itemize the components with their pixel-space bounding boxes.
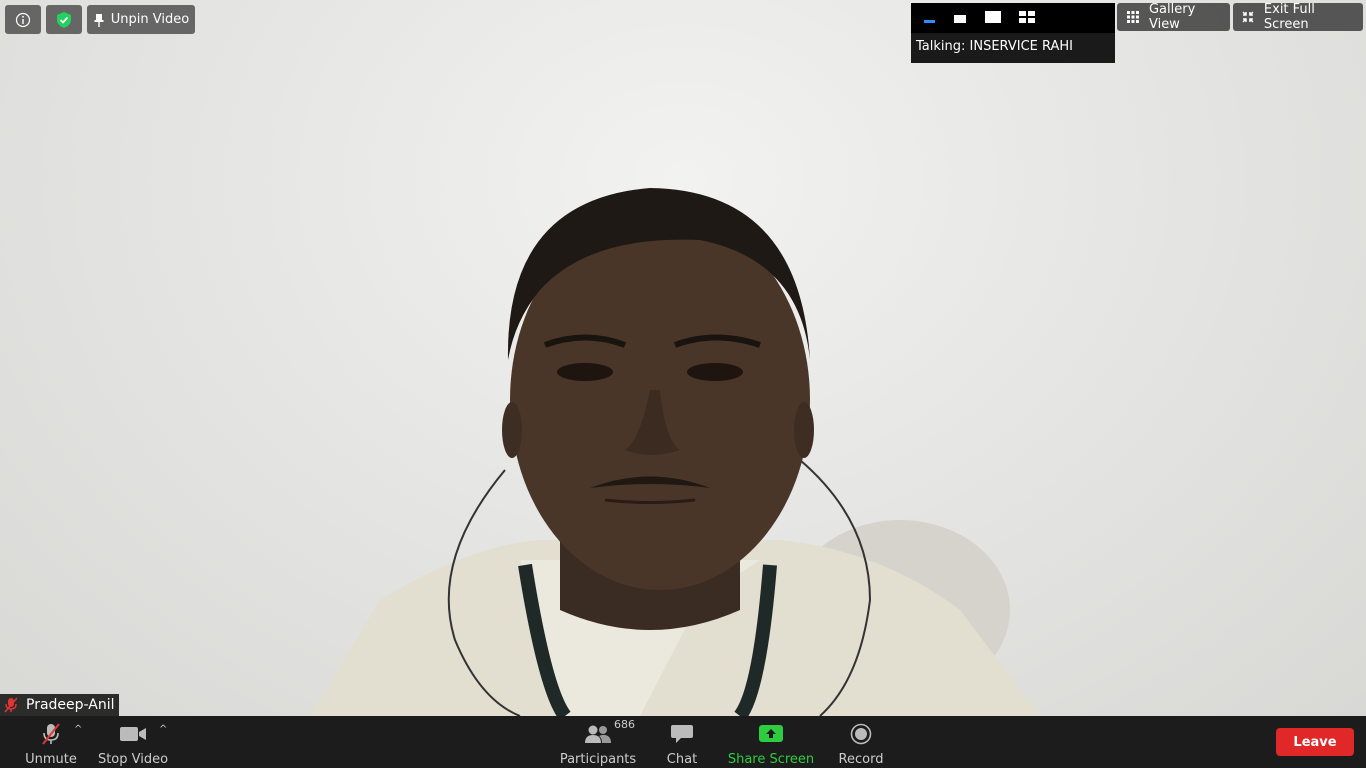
participant-video-frame: [310, 188, 1040, 716]
medium-view-option[interactable]: [985, 11, 1001, 23]
talking-indicator: Talking: INSERVICE RAHI: [916, 39, 1074, 54]
unpin-video-label: Unpin Video: [110, 12, 190, 27]
share-screen-button[interactable]: Share Screen: [728, 716, 814, 768]
stop-video-button[interactable]: Stop Video: [98, 716, 168, 768]
chat-button[interactable]: Chat: [660, 716, 704, 768]
record-button[interactable]: Record: [836, 716, 886, 768]
share-screen-icon: [759, 725, 783, 742]
view-size-selector: [911, 3, 1115, 33]
grid-icon: [1127, 11, 1139, 23]
unmute-label: Unmute: [25, 752, 77, 767]
unmute-button[interactable]: Unmute: [22, 716, 80, 768]
share-screen-label: Share Screen: [727, 752, 815, 767]
unpin-video-button[interactable]: Unpin Video: [87, 5, 195, 34]
muted-mic-icon: [42, 723, 60, 745]
leave-meeting-button[interactable]: Leave: [1276, 728, 1354, 756]
exit-full-screen-button[interactable]: Exit Full Screen: [1233, 2, 1363, 32]
exit-full-screen-label: Exit Full Screen: [1263, 2, 1315, 32]
shield-check-icon: [57, 11, 71, 28]
muted-mic-icon: [4, 697, 18, 713]
participants-icon: [585, 725, 611, 743]
main-video: [0, 0, 1366, 716]
exit-fullscreen-icon: [1242, 11, 1254, 23]
meeting-info-button[interactable]: [5, 5, 41, 34]
stop-video-label: Stop Video: [97, 752, 169, 767]
security-button[interactable]: [46, 5, 82, 34]
info-icon: [15, 12, 31, 27]
gallery-view-button[interactable]: Gallery View: [1117, 2, 1230, 32]
video-camera-icon: [120, 727, 146, 741]
minimize-view-option[interactable]: [924, 20, 935, 23]
record-icon: [850, 723, 872, 745]
chat-label: Chat: [666, 752, 698, 767]
video-options-chevron-icon[interactable]: ^: [159, 724, 167, 735]
pin-icon: [94, 13, 104, 27]
participant-name-tag: Pradeep-Anil: [0, 694, 119, 716]
record-label: Record: [838, 752, 884, 767]
participants-label: Participants: [559, 752, 637, 767]
meeting-toolbar: Unmute ^ Stop Video ^ 686 Participants C…: [0, 716, 1366, 768]
chat-icon: [671, 725, 693, 743]
grid-view-option[interactable]: [1019, 11, 1035, 24]
participant-name: Pradeep-Anil: [26, 697, 115, 713]
audio-options-chevron-icon[interactable]: ^: [74, 724, 82, 735]
participants-count: 686: [614, 718, 635, 731]
participants-button[interactable]: 686 Participants: [560, 716, 636, 768]
small-view-option[interactable]: [954, 15, 966, 23]
view-options-panel: Talking: INSERVICE RAHI: [911, 3, 1115, 63]
gallery-view-label: Gallery View: [1148, 2, 1196, 32]
